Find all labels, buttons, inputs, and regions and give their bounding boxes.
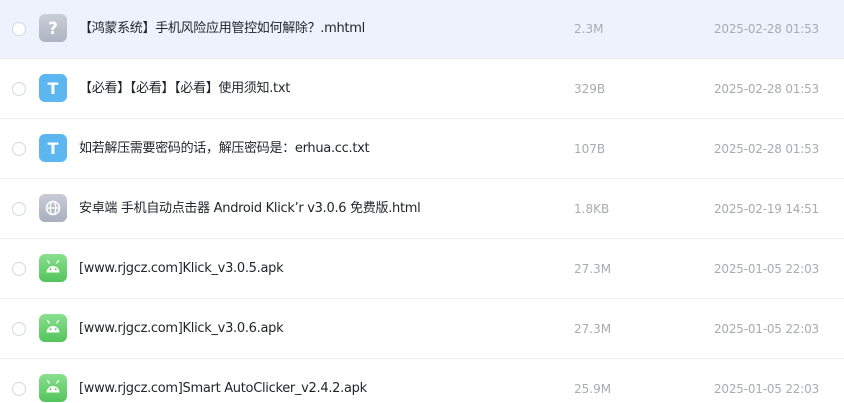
unknown-file-icon: ? (39, 14, 67, 42)
file-row[interactable]: T 【必看】【必看】【必看】使用须知.txt 329B 2025-02-28 0… (0, 60, 844, 119)
file-name[interactable]: 如若解压需要密码的话，解压密码是：erhua.cc.txt (79, 140, 370, 158)
file-name[interactable]: 【鸿蒙系统】手机风险应用管控如何解除？.mhtml (79, 20, 365, 38)
file-date: 2025-02-28 01:53 (714, 22, 819, 36)
apk-file-icon (39, 374, 67, 402)
file-name[interactable]: 安卓端 手机自动点击器 Android Klick’r v3.0.6 免费版.h… (79, 200, 421, 218)
file-date: 2025-01-05 22:03 (714, 382, 819, 396)
file-name[interactable]: [www.rjgcz.com]Klick_v3.0.6.apk (79, 320, 284, 338)
file-row[interactable]: T 如若解压需要密码的话，解压密码是：erhua.cc.txt 107B 202… (0, 120, 844, 179)
row-checkbox[interactable] (12, 262, 26, 276)
file-name[interactable]: 【必看】【必看】【必看】使用须知.txt (79, 80, 290, 98)
txt-file-icon: T (39, 74, 67, 102)
file-size: 2.3M (574, 22, 604, 36)
txt-file-glyph: T (48, 79, 59, 98)
file-list: ? 【鸿蒙系统】手机风险应用管控如何解除？.mhtml 2.3M 2025-02… (0, 0, 844, 403)
file-size: 107B (574, 142, 606, 156)
file-size: 25.9M (574, 382, 612, 396)
row-checkbox[interactable] (12, 202, 26, 216)
html-file-icon (39, 194, 67, 222)
row-checkbox[interactable] (12, 322, 26, 336)
row-checkbox[interactable] (12, 22, 26, 36)
file-size: 1.8KB (574, 202, 610, 216)
file-row[interactable]: [www.rjgcz.com]Smart AutoClicker_v2.4.2.… (0, 360, 844, 403)
file-date: 2025-02-28 01:53 (714, 82, 819, 96)
file-row[interactable]: ? 【鸿蒙系统】手机风险应用管控如何解除？.mhtml 2.3M 2025-02… (0, 0, 844, 59)
file-size: 329B (574, 82, 606, 96)
file-date: 2025-02-19 14:51 (714, 202, 819, 216)
file-size: 27.3M (574, 262, 612, 276)
file-size: 27.3M (574, 322, 612, 336)
txt-file-glyph: T (48, 139, 59, 158)
file-row[interactable]: 安卓端 手机自动点击器 Android Klick’r v3.0.6 免费版.h… (0, 180, 844, 239)
file-row[interactable]: [www.rjgcz.com]Klick_v3.0.5.apk 27.3M 20… (0, 240, 844, 299)
row-checkbox[interactable] (12, 82, 26, 96)
row-checkbox[interactable] (12, 382, 26, 396)
file-date: 2025-01-05 22:03 (714, 262, 819, 276)
row-checkbox[interactable] (12, 142, 26, 156)
apk-file-icon (39, 254, 67, 282)
file-date: 2025-02-28 01:53 (714, 142, 819, 156)
file-name[interactable]: [www.rjgcz.com]Smart AutoClicker_v2.4.2.… (79, 380, 367, 398)
txt-file-icon: T (39, 134, 67, 162)
file-row[interactable]: [www.rjgcz.com]Klick_v3.0.6.apk 27.3M 20… (0, 300, 844, 359)
apk-file-icon (39, 314, 67, 342)
file-date: 2025-01-05 22:03 (714, 322, 819, 336)
unknown-file-glyph: ? (48, 19, 58, 39)
file-name[interactable]: [www.rjgcz.com]Klick_v3.0.5.apk (79, 260, 284, 278)
